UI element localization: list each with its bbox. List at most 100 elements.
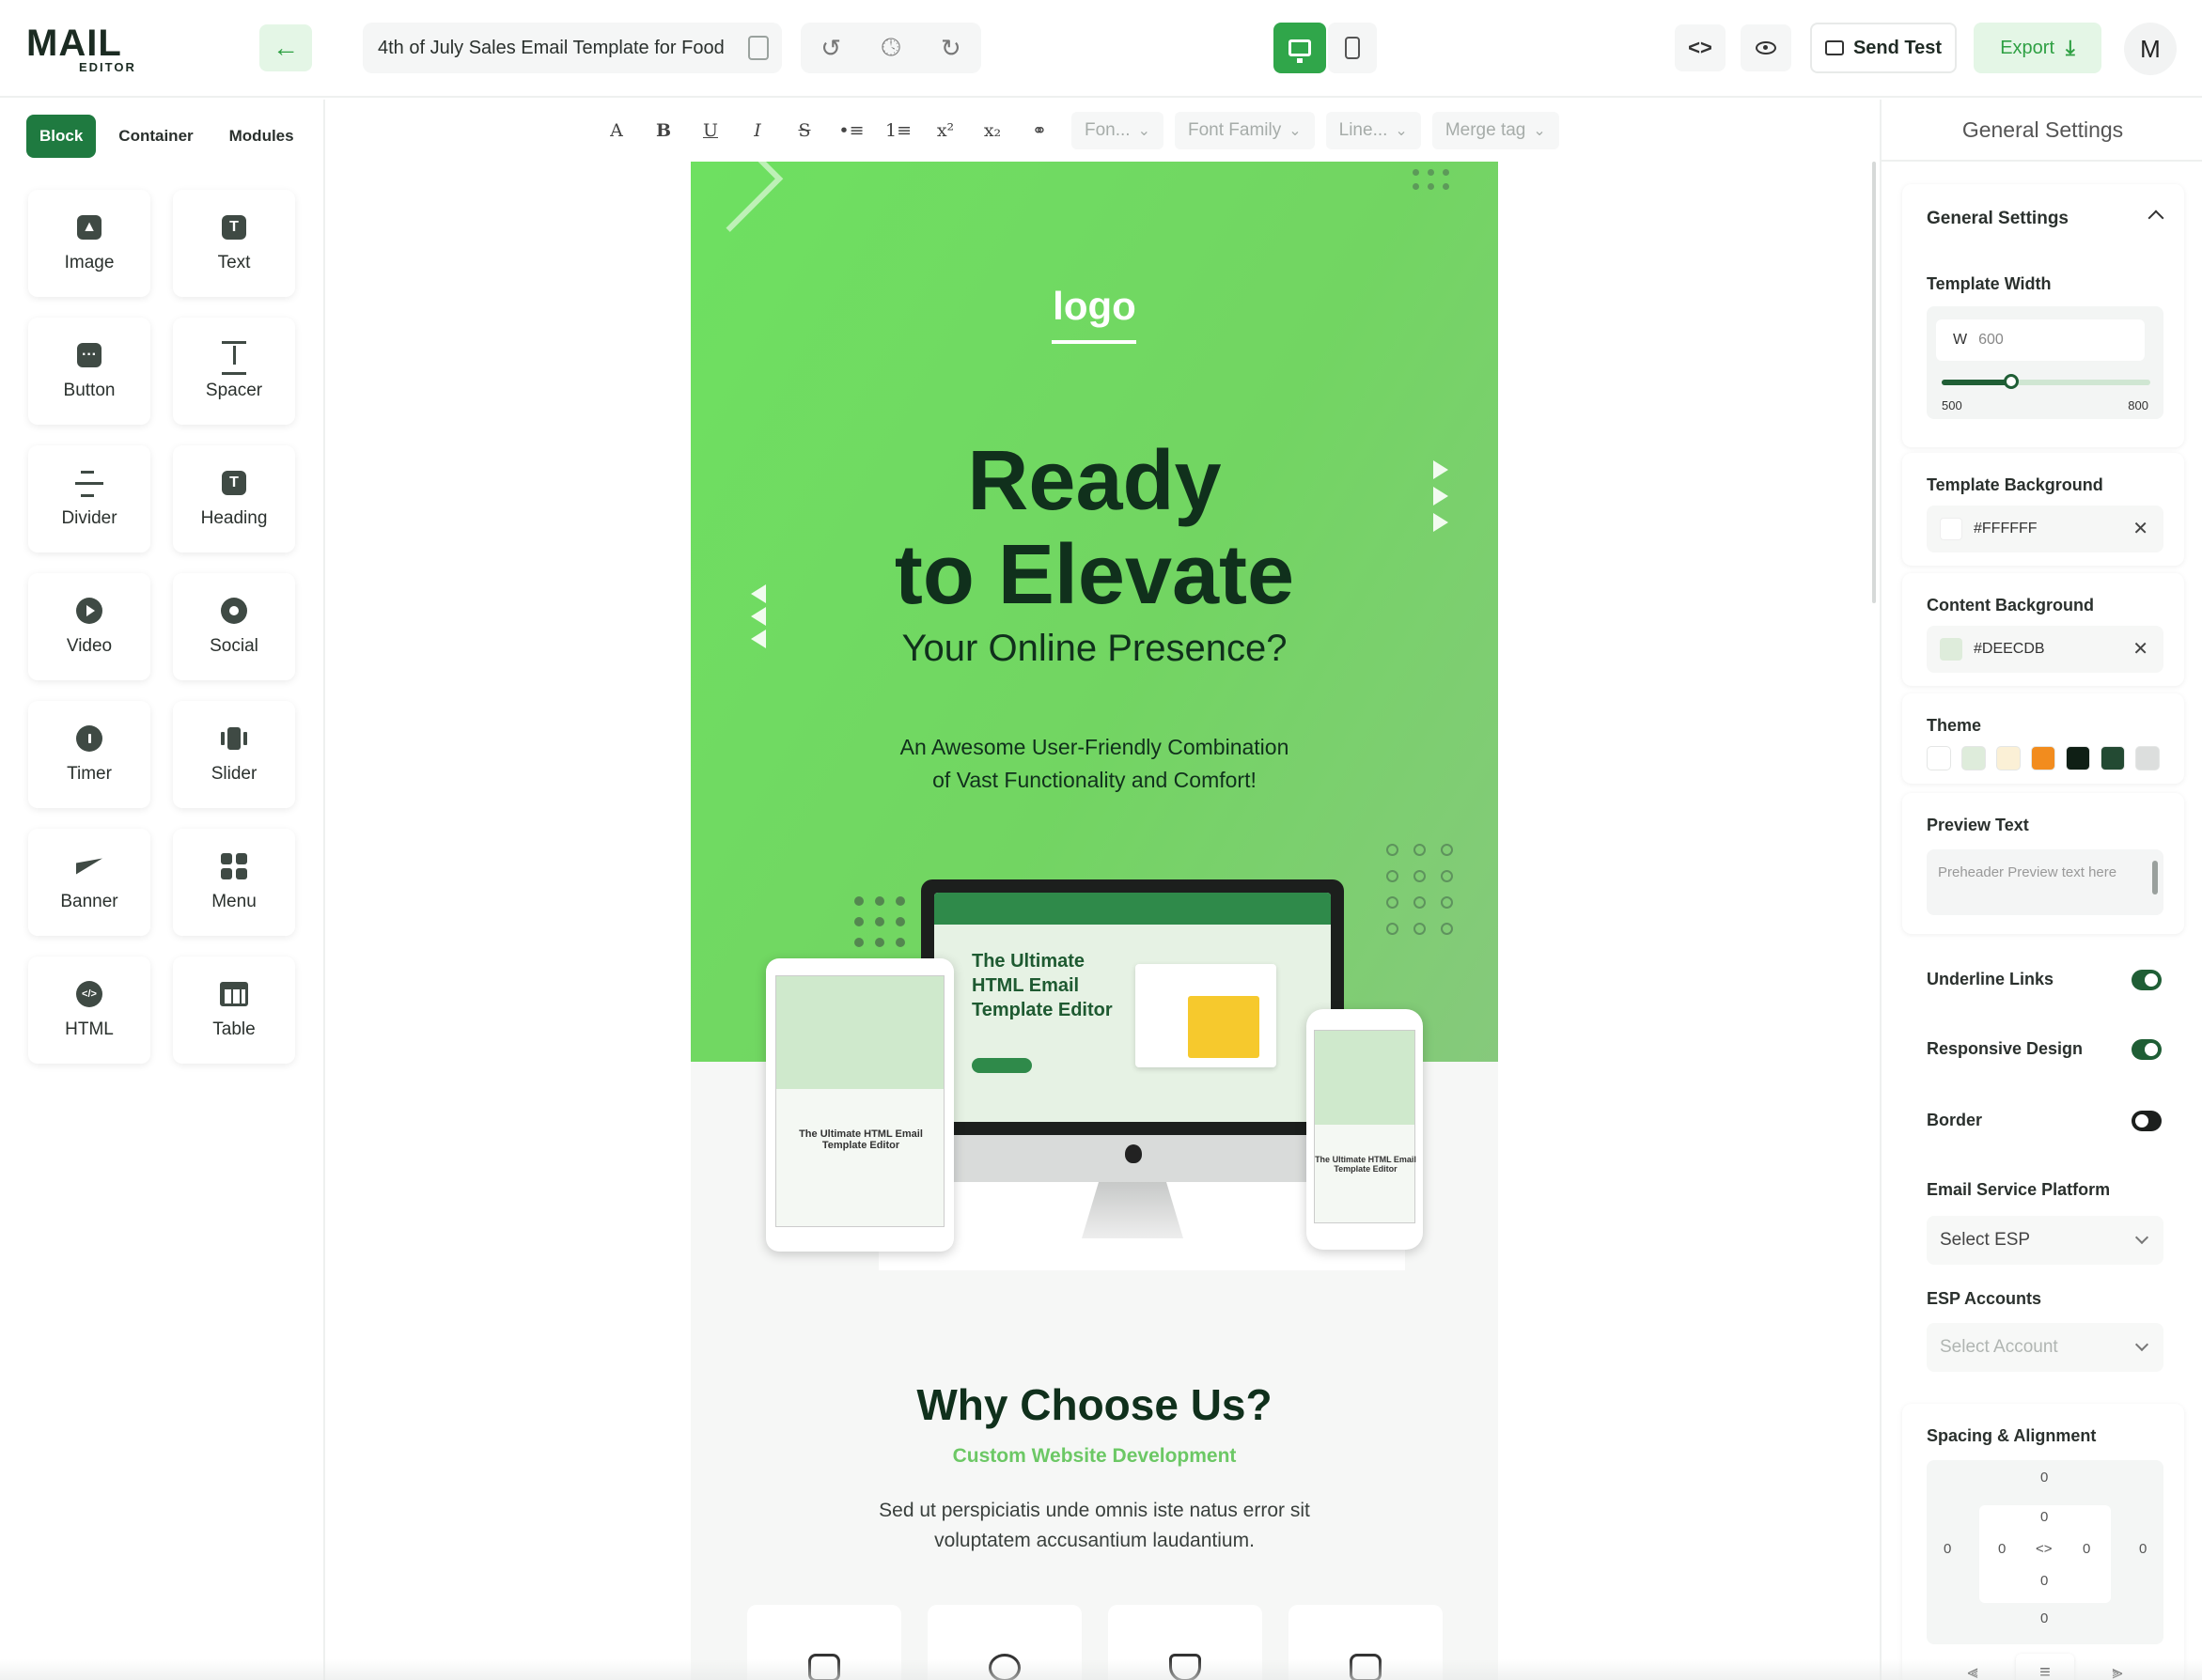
clear-icon[interactable]: ✕: [2132, 637, 2148, 661]
superscript-icon[interactable]: x²: [925, 110, 966, 151]
code-icon: <>: [1688, 36, 1712, 59]
underline-links-label: Underline Links: [1927, 970, 2054, 988]
hero-headline[interactable]: Ready to Elevate: [691, 434, 1498, 622]
block-button[interactable]: ··· Button: [28, 318, 150, 425]
content-background-field[interactable]: #DEECDB ✕: [1927, 626, 2163, 673]
tab-modules[interactable]: Modules: [216, 115, 307, 158]
outer-bottom-input[interactable]: 0: [2040, 1610, 2048, 1626]
preview-text-field[interactable]: Preheader Preview text here: [1927, 849, 2163, 915]
link-icon[interactable]: <>: [2036, 1541, 2053, 1557]
theme-swatch[interactable]: [2031, 746, 2055, 770]
send-test-button[interactable]: Send Test: [1810, 23, 1957, 73]
block-video[interactable]: Video: [28, 573, 150, 680]
chevron-up-icon[interactable]: [2147, 210, 2164, 226]
block-social[interactable]: Social: [173, 573, 295, 680]
underline-links-toggle[interactable]: [2132, 970, 2162, 990]
mobile-view-button[interactable]: [1328, 23, 1377, 73]
width-slider-handle[interactable]: [2003, 374, 2019, 389]
block-timer[interactable]: Timer: [28, 701, 150, 808]
block-slider[interactable]: Slider: [173, 701, 295, 808]
general-settings-heading[interactable]: General Settings: [1927, 209, 2069, 229]
color-swatch[interactable]: [1940, 638, 1962, 661]
hero-tagline-1[interactable]: An Awesome User-Friendly Combination: [691, 735, 1498, 760]
font-size-select[interactable]: Fon...: [1071, 112, 1163, 149]
hero-subheadline[interactable]: Your Online Presence?: [691, 628, 1498, 670]
theme-swatch[interactable]: [2135, 746, 2160, 770]
subscript-icon[interactable]: x₂: [972, 110, 1013, 151]
desktop-mockup[interactable]: The Ultimate HTML Email Template Editor: [921, 879, 1344, 1135]
clear-icon[interactable]: ✕: [2132, 517, 2148, 540]
email-preview[interactable]: logo Ready to Elevate Your Online Presen…: [691, 162, 1498, 1680]
preview-text-label: Preview Text: [1927, 816, 2029, 834]
template-width-control: W 600 500 800: [1927, 306, 2163, 419]
back-button[interactable]: ←: [259, 24, 312, 71]
block-heading[interactable]: T Heading: [173, 445, 295, 552]
email-logo[interactable]: logo: [691, 284, 1498, 329]
block-spacer[interactable]: Spacer: [173, 318, 295, 425]
theme-swatch[interactable]: [2100, 746, 2125, 770]
theme-swatch[interactable]: [1996, 746, 2021, 770]
block-menu[interactable]: Menu: [173, 829, 295, 936]
block-text[interactable]: T Text: [173, 190, 295, 297]
why-text-1[interactable]: Sed ut perspiciatis unde omnis iste natu…: [691, 1500, 1498, 1522]
bullet-list-icon[interactable]: •≡: [831, 110, 872, 151]
logo-main-text: MAIL: [26, 23, 122, 64]
tab-block[interactable]: Block: [26, 115, 97, 158]
outer-left-input[interactable]: 0: [1944, 1541, 1951, 1557]
tab-container[interactable]: Container: [105, 115, 206, 158]
inner-bottom-input[interactable]: 0: [2040, 1573, 2048, 1589]
export-button[interactable]: Export ⤓: [1974, 23, 2101, 73]
template-title-field[interactable]: 4th of July Sales Email Template for Foo…: [363, 23, 782, 73]
arrow-left-icon: ←: [273, 33, 299, 62]
desktop-view-button[interactable]: [1273, 23, 1326, 73]
link-icon[interactable]: ⚭: [1019, 110, 1060, 151]
block-banner[interactable]: Banner: [28, 829, 150, 936]
border-toggle[interactable]: [2132, 1111, 2162, 1131]
why-title[interactable]: Why Choose Us?: [691, 1379, 1498, 1430]
template-background-field[interactable]: #FFFFFF ✕: [1927, 506, 2163, 552]
why-subtitle[interactable]: Custom Website Development: [691, 1445, 1498, 1468]
strikethrough-icon[interactable]: S: [784, 110, 825, 151]
history-icon[interactable]: 🕓︎: [882, 33, 901, 63]
code-view-button[interactable]: <>: [1675, 24, 1726, 71]
document-icon[interactable]: [748, 36, 769, 60]
theme-swatch[interactable]: [2066, 746, 2090, 770]
responsive-design-toggle[interactable]: [2132, 1039, 2162, 1060]
preview-button[interactable]: [1741, 24, 1791, 71]
why-text-2[interactable]: voluptatem accusantium laudantium.: [691, 1530, 1498, 1552]
font-family-select[interactable]: Font Family: [1174, 112, 1315, 149]
underline-icon[interactable]: U: [690, 110, 731, 151]
width-input[interactable]: W 600: [1936, 319, 2145, 361]
block-image[interactable]: ▲ Image: [28, 190, 150, 297]
block-html[interactable]: </> HTML: [28, 957, 150, 1064]
color-swatch[interactable]: [1940, 518, 1962, 540]
outer-right-input[interactable]: 0: [2139, 1541, 2147, 1557]
tablet-mockup[interactable]: The Ultimate HTML Email Template Editor: [766, 958, 954, 1252]
line-height-select[interactable]: Line...: [1325, 112, 1421, 149]
phone-mockup[interactable]: The Ultimate HTML Email Template Editor: [1306, 1009, 1423, 1250]
inner-right-input[interactable]: 0: [2083, 1541, 2090, 1557]
italic-icon[interactable]: I: [737, 110, 778, 151]
bold-icon[interactable]: B: [643, 110, 684, 151]
inner-top-input[interactable]: 0: [2040, 1509, 2048, 1525]
text-style-icon[interactable]: A: [596, 110, 637, 151]
merge-tag-select[interactable]: Merge tag: [1431, 112, 1559, 149]
numbered-list-icon[interactable]: 1≡: [878, 110, 919, 151]
block-divider[interactable]: Divider: [28, 445, 150, 552]
theme-swatch[interactable]: [1961, 746, 1986, 770]
user-avatar[interactable]: M: [2124, 23, 2177, 75]
inner-left-input[interactable]: 0: [1998, 1541, 2006, 1557]
esp-select[interactable]: Select ESP: [1927, 1216, 2163, 1265]
app-logo[interactable]: MAIL EDITOR: [26, 23, 148, 74]
undo-icon[interactable]: ↺: [820, 34, 841, 63]
width-slider[interactable]: [1942, 374, 2150, 389]
textarea-scrollbar[interactable]: [2152, 861, 2158, 894]
hero-tagline-2[interactable]: of Vast Functionality and Comfort!: [691, 768, 1498, 793]
redo-icon[interactable]: ↻: [941, 34, 961, 63]
esp-account-select[interactable]: Select Account: [1927, 1323, 2163, 1372]
outer-top-input[interactable]: 0: [2040, 1470, 2048, 1486]
divider-icon: [75, 471, 103, 497]
canvas-scrollbar[interactable]: [1872, 162, 1876, 603]
block-table[interactable]: Table: [173, 957, 295, 1064]
theme-swatch[interactable]: [1927, 746, 1951, 770]
